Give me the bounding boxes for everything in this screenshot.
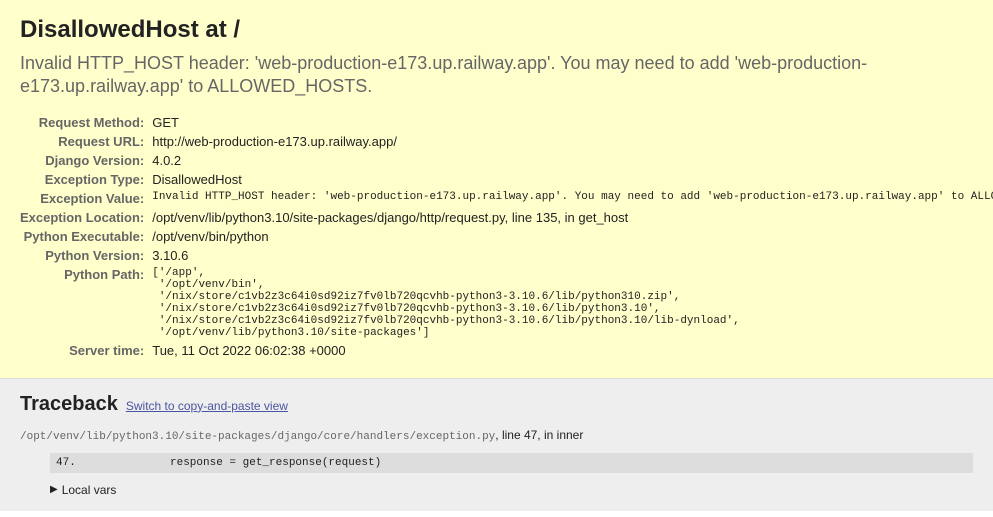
exception-type-label: Exception Type: [20,170,152,189]
request-method-label: Request Method: [20,113,152,132]
python-path-label: Python Path: [20,265,152,341]
exception-location-label: Exception Location: [20,208,152,227]
exception-location-value: /opt/venv/lib/python3.10/site-packages/d… [152,208,993,227]
traceback-section: Traceback Switch to copy-and-paste view … [0,379,993,511]
local-vars-label: Local vars [62,483,117,497]
server-time-value: Tue, 11 Oct 2022 06:02:38 +0000 [152,341,993,360]
exception-value-value: Invalid HTTP_HOST header: 'web-productio… [152,189,993,208]
triangle-right-icon: ▶ [50,484,58,495]
python-executable-label: Python Executable: [20,227,152,246]
traceback-frame[interactable]: /opt/venv/lib/python3.10/site-packages/d… [20,428,973,443]
exception-type-value: DisallowedHost [152,170,993,189]
frame-file: /opt/venv/lib/python3.10/site-packages/d… [20,431,495,443]
code-lineno: 47. [50,457,170,469]
meta-table: Request Method: GET Request URL: http://… [20,113,993,360]
exception-value-label: Exception Value: [20,189,152,208]
switch-view-link[interactable]: Switch to copy-and-paste view [126,399,288,413]
request-method-value: GET [152,113,993,132]
request-url-label: Request URL: [20,132,152,151]
error-title: DisallowedHost at / [20,16,973,44]
python-path-value: ['/app', '/opt/venv/bin', '/nix/store/c1… [152,265,993,341]
request-url-value: http://web-production-e173.up.railway.ap… [152,132,993,151]
error-subtitle: Invalid HTTP_HOST header: 'web-productio… [20,52,973,99]
django-version-value: 4.0.2 [152,151,993,170]
traceback-header: Traceback Switch to copy-and-paste view [20,393,973,416]
server-time-label: Server time: [20,341,152,360]
django-version-label: Django Version: [20,151,152,170]
python-executable-value: /opt/venv/bin/python [152,227,993,246]
python-version-value: 3.10.6 [152,246,993,265]
code-text: response = get_response(request) [170,457,381,469]
frame-suffix: , line 47, in inner [495,428,583,442]
code-context-line[interactable]: 47. response = get_response(request) [50,453,973,473]
python-version-label: Python Version: [20,246,152,265]
local-vars-toggle[interactable]: ▶ Local vars [50,483,973,497]
error-summary: DisallowedHost at / Invalid HTTP_HOST he… [0,0,993,379]
traceback-heading: Traceback [20,393,118,416]
